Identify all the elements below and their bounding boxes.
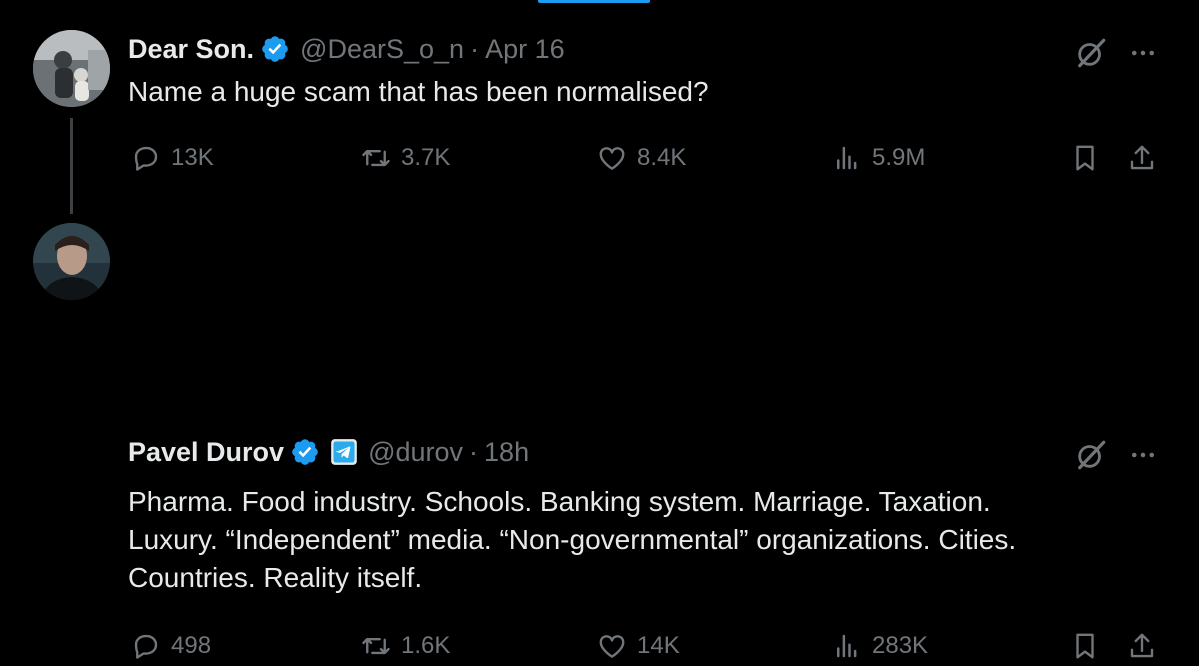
tweet-actions: 13K 3.7K 8.4K 5.9M <box>0 138 1199 178</box>
reply-count: 498 <box>171 632 212 659</box>
reply-button[interactable]: 498 <box>131 626 211 666</box>
bookmark-icon <box>1076 145 1094 171</box>
telegram-icon[interactable] <box>330 438 358 466</box>
grok-icon[interactable] <box>1074 438 1108 472</box>
views-button[interactable]: 5.9M <box>832 138 925 178</box>
grok-icon[interactable] <box>1074 36 1108 70</box>
repost-button[interactable]: 1.6K <box>361 626 450 666</box>
like-button[interactable]: 8.4K <box>597 138 686 178</box>
bookmark-button[interactable] <box>1070 138 1100 178</box>
heart-icon <box>599 147 625 170</box>
author-handle[interactable]: @durov <box>368 437 463 468</box>
tweet-text-line: Pharma. Food industry. Schools. Banking … <box>128 486 991 517</box>
heart-icon <box>599 635 625 658</box>
tweet-text: Name a huge scam that has been normalise… <box>128 73 1158 111</box>
views-button[interactable]: 283K <box>832 626 928 666</box>
view-count: 283K <box>872 632 929 659</box>
separator-dot: · <box>469 436 479 467</box>
avatar[interactable] <box>33 30 110 107</box>
like-button[interactable]: 14K <box>597 626 680 666</box>
tweet-text-line: Name a huge scam that has been normalise… <box>128 76 709 107</box>
tweet-pavel-durov[interactable]: Pavel Durov @durov · 18h Pharma. Food in… <box>0 210 1199 659</box>
tweet-text-line: Luxury. “Independent” media. “Non-govern… <box>128 524 1017 555</box>
timestamp[interactable]: Apr 16 <box>485 34 565 65</box>
author-name[interactable]: Pavel Durov <box>128 437 284 468</box>
analytics-icon <box>837 146 857 170</box>
analytics-icon <box>837 634 857 658</box>
author-name[interactable]: Dear Son. <box>128 34 254 65</box>
repost-count: 3.7K <box>401 144 451 171</box>
tweet-actions: 498 1.6K 14K 283K <box>0 626 1199 666</box>
share-button[interactable] <box>1127 626 1157 666</box>
tweet-dear-son[interactable]: Dear Son. @DearS_o_n · Apr 16 Name a hug… <box>0 0 1199 214</box>
repost-button[interactable]: 3.7K <box>361 138 450 178</box>
share-icon <box>1130 633 1154 658</box>
timestamp[interactable]: 18h <box>484 437 529 468</box>
more-options-icon[interactable] <box>1128 440 1158 470</box>
tweet-text-line: Countries. Reality itself. <box>128 562 423 593</box>
tweet-header: Dear Son. @DearS_o_n · Apr 16 <box>128 29 565 69</box>
reply-count: 13K <box>171 144 214 171</box>
repost-icon <box>362 637 390 655</box>
reply-icon <box>134 634 158 659</box>
reply-icon <box>134 146 158 171</box>
author-handle[interactable]: @DearS_o_n <box>300 34 464 65</box>
tweet-text: Pharma. Food industry. Schools. Banking … <box>128 483 1158 597</box>
like-count: 14K <box>637 632 680 659</box>
more-options-icon[interactable] <box>1128 38 1158 68</box>
repost-count: 1.6K <box>401 632 451 659</box>
tweet-header: Pavel Durov @durov · 18h <box>128 432 529 472</box>
avatar[interactable] <box>33 223 110 300</box>
verified-badge-icon[interactable] <box>260 34 290 64</box>
repost-icon <box>362 149 390 167</box>
share-icon <box>1130 145 1154 170</box>
share-button[interactable] <box>1127 138 1157 178</box>
verified-badge-icon[interactable] <box>290 437 320 467</box>
bookmark-button[interactable] <box>1070 626 1100 666</box>
view-count: 5.9M <box>872 144 926 171</box>
separator-dot: · <box>470 33 480 64</box>
like-count: 8.4K <box>637 144 687 171</box>
reply-button[interactable]: 13K <box>131 138 214 178</box>
bookmark-icon <box>1076 633 1094 659</box>
